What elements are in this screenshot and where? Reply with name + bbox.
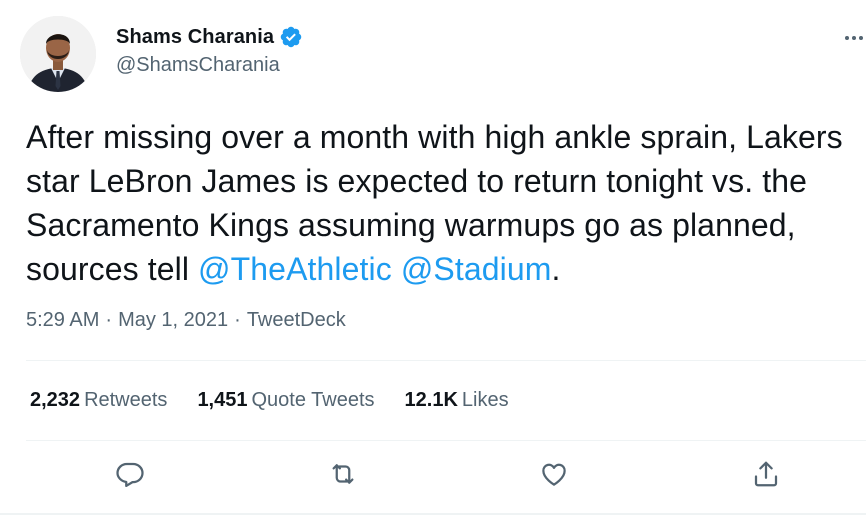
likes-stat[interactable]: 12.1K Likes	[405, 389, 509, 412]
share-icon[interactable]	[750, 458, 782, 490]
author-handle[interactable]: @ShamsCharania	[116, 54, 303, 77]
mention-link-stadium[interactable]: @Stadium	[401, 251, 552, 287]
author-name[interactable]: Shams Charania	[116, 26, 274, 49]
likes-count: 12.1K	[404, 389, 458, 411]
tweet-date[interactable]: May 1, 2021	[118, 309, 228, 332]
meta-separator: ·	[234, 309, 241, 331]
tweet-meta: 5:29 AM · May 1, 2021 · TweetDeck	[26, 309, 346, 332]
tweet-text-end: .	[551, 251, 561, 287]
meta-separator: ·	[105, 309, 113, 331]
divider	[26, 440, 866, 441]
divider	[26, 360, 866, 361]
tweet-source[interactable]: TweetDeck	[247, 309, 346, 332]
tweet-card: Shams Charania @ShamsCharania After miss…	[0, 0, 866, 518]
likes-label: Likes	[461, 389, 509, 411]
tweet-stats: 2,232 Retweets 1,451 Quote Tweets 12.1K Lik…	[30, 389, 539, 412]
quote-tweets-label: Quote Tweets	[251, 389, 375, 411]
retweet-icon[interactable]	[327, 458, 359, 490]
quote-tweets-stat[interactable]: 1,451 Quote Tweets	[197, 389, 374, 412]
reply-icon[interactable]	[114, 458, 146, 490]
quote-tweets-count: 1,451	[197, 389, 248, 411]
tweet-actions	[0, 458, 866, 494]
mention-link-theathletic[interactable]: @TheAthletic	[198, 251, 392, 287]
bottom-divider	[0, 513, 866, 515]
avatar[interactable]	[20, 16, 96, 92]
retweets-stat[interactable]: 2,232 Retweets	[30, 389, 167, 412]
retweets-label: Retweets	[84, 389, 168, 411]
tweet-time[interactable]: 5:29 AM	[26, 309, 99, 332]
author-name-row: Shams Charania	[116, 24, 303, 50]
retweets-count: 2,232	[30, 389, 81, 411]
author-block: Shams Charania @ShamsCharania	[116, 24, 303, 77]
tweet-text: After missing over a month with high ank…	[26, 115, 856, 291]
like-icon[interactable]	[538, 458, 570, 490]
verified-badge-icon	[279, 25, 303, 49]
tweet-text-space	[392, 251, 401, 287]
more-icon[interactable]	[842, 26, 866, 50]
